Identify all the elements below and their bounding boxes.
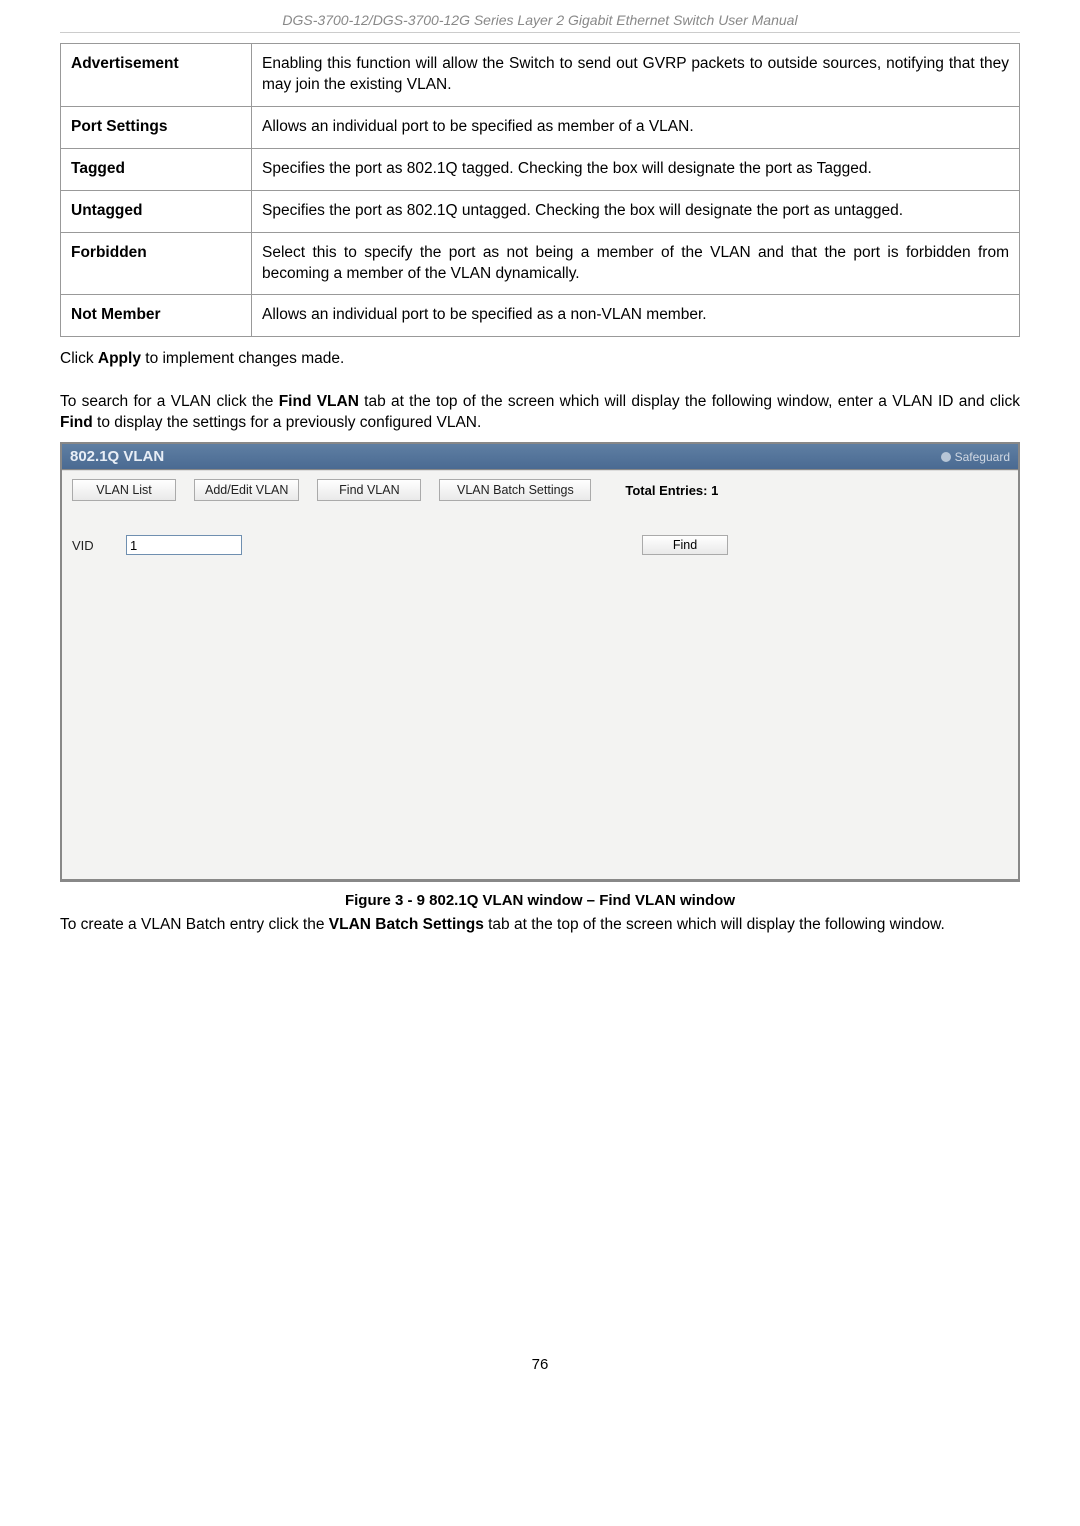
table-row: Advertisement Enabling this function wil… (61, 44, 1020, 107)
paragraph-apply: Click Apply to implement changes made. (60, 349, 1020, 370)
cell-key: Tagged (61, 148, 252, 190)
safeguard-icon (941, 452, 951, 462)
tab-vlan-list[interactable]: VLAN List (72, 479, 176, 501)
window-body: VLAN List Add/Edit VLAN Find VLAN VLAN B… (62, 470, 1018, 879)
table-row: Untagged Specifies the port as 802.1Q un… (61, 190, 1020, 232)
cell-key: Forbidden (61, 232, 252, 295)
bold: VLAN Batch Settings (329, 916, 484, 933)
vid-label: VID (72, 538, 108, 553)
cell-desc: Enabling this function will allow the Sw… (252, 44, 1020, 107)
window-titlebar: 802.1Q VLAN Safeguard (62, 444, 1018, 470)
table-row: Port Settings Allows an individual port … (61, 106, 1020, 148)
cell-key: Port Settings (61, 106, 252, 148)
paragraph-batch: To create a VLAN Batch entry click the V… (60, 915, 1020, 936)
text: Click (60, 350, 98, 367)
tab-row: VLAN List Add/Edit VLAN Find VLAN VLAN B… (72, 479, 1008, 501)
bold: Find (60, 414, 93, 431)
vid-input[interactable] (126, 535, 242, 555)
cell-key: Not Member (61, 295, 252, 337)
find-button[interactable]: Find (642, 535, 728, 555)
tab-find-vlan[interactable]: Find VLAN (317, 479, 421, 501)
text: To create a VLAN Batch entry click the (60, 916, 329, 933)
tab-vlan-batch-settings[interactable]: VLAN Batch Settings (439, 479, 591, 501)
figure-screenshot: 802.1Q VLAN Safeguard VLAN List Add/Edit… (60, 442, 1020, 882)
figure-caption: Figure 3 - 9 802.1Q VLAN window – Find V… (60, 892, 1020, 909)
text: tab at the top of the screen which will … (359, 393, 1020, 410)
total-entries-label: Total Entries: 1 (625, 483, 718, 498)
table-row: Tagged Specifies the port as 802.1Q tagg… (61, 148, 1020, 190)
cell-desc: Specifies the port as 802.1Q tagged. Che… (252, 148, 1020, 190)
table-row: Not Member Allows an individual port to … (61, 295, 1020, 337)
cell-desc: Select this to specify the port as not b… (252, 232, 1020, 295)
text: To search for a VLAN click the (60, 393, 279, 410)
cell-desc: Allows an individual port to be specifie… (252, 295, 1020, 337)
cell-desc: Specifies the port as 802.1Q untagged. C… (252, 190, 1020, 232)
tab-add-edit-vlan[interactable]: Add/Edit VLAN (194, 479, 299, 501)
definition-table: Advertisement Enabling this function wil… (60, 43, 1020, 337)
cell-key: Untagged (61, 190, 252, 232)
cell-desc: Allows an individual port to be specifie… (252, 106, 1020, 148)
text: tab at the top of the screen which will … (484, 916, 945, 933)
bold: Apply (98, 350, 141, 367)
page-number: 76 (60, 1356, 1020, 1373)
text: to display the settings for a previously… (93, 414, 482, 431)
paragraph-find-vlan: To search for a VLAN click the Find VLAN… (60, 392, 1020, 434)
safeguard-badge: Safeguard (941, 450, 1010, 464)
text: to implement changes made. (141, 350, 344, 367)
find-row: VID Find (72, 535, 1008, 555)
safeguard-label: Safeguard (955, 450, 1010, 464)
doc-header: DGS-3700-12/DGS-3700-12G Series Layer 2 … (60, 0, 1020, 33)
table-row: Forbidden Select this to specify the por… (61, 232, 1020, 295)
bold: Find VLAN (279, 393, 359, 410)
cell-key: Advertisement (61, 44, 252, 107)
window-title: 802.1Q VLAN (70, 448, 164, 465)
